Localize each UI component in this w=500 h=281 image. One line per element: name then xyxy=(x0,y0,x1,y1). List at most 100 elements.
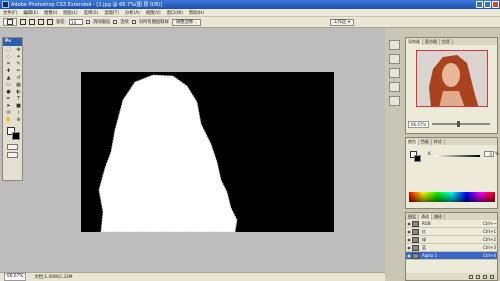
k-unit-label: % xyxy=(495,151,499,156)
channel-row-alpha[interactable]: ◉ Alpha 1 Ctrl+4 xyxy=(406,252,497,260)
channel-row-red[interactable]: ◉ 红 Ctrl+1 xyxy=(406,228,497,236)
channel-row-rgb[interactable]: ◉ RGB Ctrl+~ xyxy=(406,220,497,228)
dock-history-icon[interactable] xyxy=(389,40,400,50)
screen-mode-button[interactable] xyxy=(7,152,18,158)
tab-layers[interactable]: 图层 xyxy=(406,214,419,220)
channel-name: RGB xyxy=(422,221,431,226)
tab-navigator[interactable]: 导航器 xyxy=(406,39,423,45)
menu-window[interactable]: 窗口(W) xyxy=(164,10,186,16)
minimize-button[interactable] xyxy=(476,1,483,8)
color-spectrum-bar[interactable] xyxy=(409,192,495,202)
blur-tool-icon[interactable]: ● xyxy=(4,89,13,95)
zoom-tool-icon[interactable]: ⊕ xyxy=(14,117,23,123)
crop-tool-icon[interactable]: ⌗ xyxy=(4,61,13,67)
type-tool-icon[interactable]: T xyxy=(14,96,23,102)
save-selection-icon[interactable] xyxy=(476,274,480,279)
eyedropper-tool-icon[interactable]: ⌇ xyxy=(14,110,23,116)
quick-mask-button[interactable] xyxy=(7,144,18,150)
tab-info[interactable]: 信息 xyxy=(440,39,453,45)
shape-tool-icon[interactable]: ■ xyxy=(14,103,23,109)
color-swatches xyxy=(5,126,20,142)
menu-view[interactable]: 视图(V) xyxy=(143,10,164,16)
tool-preset-picker[interactable] xyxy=(3,18,17,26)
antialias-checkbox[interactable] xyxy=(86,20,91,24)
new-selection-icon[interactable] xyxy=(20,19,26,25)
menu-edit[interactable]: 编辑(E) xyxy=(20,10,41,16)
new-channel-icon[interactable] xyxy=(483,274,487,279)
tab-styles[interactable]: 样式 xyxy=(432,139,445,145)
status-zoom[interactable]: 66.67% xyxy=(4,273,27,281)
color-panel: 颜色 色板 样式 K 0 % xyxy=(405,137,499,209)
subtract-selection-icon[interactable] xyxy=(38,19,44,25)
document-canvas[interactable] xyxy=(81,72,334,232)
panel-dock: 导航器 直方图 信息 66.67% 颜色 色板 样式 K 0 % 图层 通道 路… xyxy=(385,28,500,281)
move-tool-icon[interactable]: ✥ xyxy=(14,47,23,53)
status-bar: 66.67% 文档:1.00M/2.33M xyxy=(0,272,385,281)
panel-background-chip[interactable] xyxy=(414,155,421,162)
path-select-icon[interactable]: ➤ xyxy=(4,103,13,109)
magic-wand-tool-icon[interactable]: ✦ xyxy=(14,54,23,60)
channels-footer xyxy=(406,273,497,280)
dock-brushes-icon[interactable] xyxy=(389,68,400,78)
history-brush-icon[interactable]: ↺ xyxy=(14,75,23,81)
navigator-thumbnail[interactable] xyxy=(416,50,488,107)
tab-color[interactable]: 颜色 xyxy=(406,139,419,145)
dock-actions-icon[interactable] xyxy=(389,54,400,64)
background-color-swatch[interactable] xyxy=(12,132,20,140)
menu-select[interactable]: 选择(S) xyxy=(81,10,102,16)
tolerance-input[interactable]: 10 xyxy=(69,19,84,25)
menu-image[interactable]: 图像(I) xyxy=(41,10,60,16)
dock-layer-comps-icon[interactable] xyxy=(389,96,400,106)
lasso-tool-icon[interactable]: ◌ xyxy=(4,54,13,60)
channel-name: 红 xyxy=(422,228,426,234)
menu-filter[interactable]: 滤镜(T) xyxy=(101,10,122,16)
hand-tool-icon[interactable]: ✋ xyxy=(4,117,13,123)
add-selection-icon[interactable] xyxy=(29,19,35,25)
channel-shortcut: Ctrl+4 xyxy=(483,253,497,258)
notes-tool-icon[interactable]: ✉ xyxy=(4,110,13,116)
all-layers-checkbox[interactable] xyxy=(131,20,136,24)
channel-thumbnail xyxy=(412,236,419,243)
channel-row-blue[interactable]: ◉ 蓝 Ctrl+3 xyxy=(406,244,497,252)
gradient-tool-icon[interactable]: ▦ xyxy=(14,82,23,88)
channel-row-green[interactable]: ◉ 绿 Ctrl+2 xyxy=(406,236,497,244)
pen-tool-icon[interactable]: ✒ xyxy=(4,96,13,102)
navigator-panel: 导航器 直方图 信息 66.67% xyxy=(405,37,498,134)
navigator-zoom-value[interactable]: 66.67% xyxy=(408,121,430,128)
menu-layer[interactable]: 图层(L) xyxy=(60,10,80,16)
refine-edge-button[interactable]: 调整边缘... xyxy=(171,18,202,26)
tab-channels[interactable]: 通道 xyxy=(419,214,432,220)
navigator-zoom-slider[interactable] xyxy=(432,121,490,127)
tab-histogram[interactable]: 直方图 xyxy=(423,39,440,45)
dodge-tool-icon[interactable]: ◐ xyxy=(14,89,23,95)
clone-stamp-icon[interactable]: ▲ xyxy=(4,75,13,81)
workspace-button[interactable]: 工作区 ▾ xyxy=(329,19,354,26)
slice-tool-icon[interactable]: ✎ xyxy=(14,61,23,67)
contiguous-checkbox[interactable] xyxy=(113,20,118,24)
portrait-thumbnail-image xyxy=(417,51,487,106)
close-button[interactable] xyxy=(492,1,499,8)
healing-brush-icon[interactable]: ✚ xyxy=(4,68,13,74)
menu-help[interactable]: 帮助(H) xyxy=(186,10,207,16)
menu-analysis[interactable]: 分析(A) xyxy=(122,10,143,16)
channel-shortcut: Ctrl+1 xyxy=(483,229,497,234)
menu-file[interactable]: 文件(F) xyxy=(0,10,20,16)
eraser-tool-icon[interactable]: ▭ xyxy=(4,82,13,88)
dock-tool-presets-icon[interactable] xyxy=(389,82,400,92)
tab-swatches[interactable]: 色板 xyxy=(419,139,432,145)
tab-paths[interactable]: 路径 xyxy=(432,214,445,220)
k-channel-input[interactable]: 0 xyxy=(484,151,494,157)
delete-channel-icon[interactable] xyxy=(490,274,494,279)
restore-button[interactable] xyxy=(484,1,491,8)
marquee-tool-icon[interactable]: ⬚ xyxy=(4,47,13,53)
load-selection-icon[interactable] xyxy=(469,274,473,279)
navigator-slider-knob[interactable] xyxy=(457,121,460,127)
intersect-selection-icon[interactable] xyxy=(47,19,53,25)
magic-wand-icon xyxy=(7,19,13,25)
channels-panel: 图层 通道 路径 ◉ RGB Ctrl+~ ◉ 红 Ctrl+1 ◉ 绿 Ctr… xyxy=(405,212,498,281)
k-channel-slider[interactable] xyxy=(435,155,480,157)
brush-tool-icon[interactable]: ✏ xyxy=(14,68,23,74)
k-channel-label: K xyxy=(428,152,431,157)
options-bar: 容差: 10 消除锯齿 连续 对所有图层取样 调整边缘... 工作区 ▾ xyxy=(0,17,500,28)
window-title: Adobe Photoshop CS3 Extended - [1.jpg @ … xyxy=(11,2,163,8)
